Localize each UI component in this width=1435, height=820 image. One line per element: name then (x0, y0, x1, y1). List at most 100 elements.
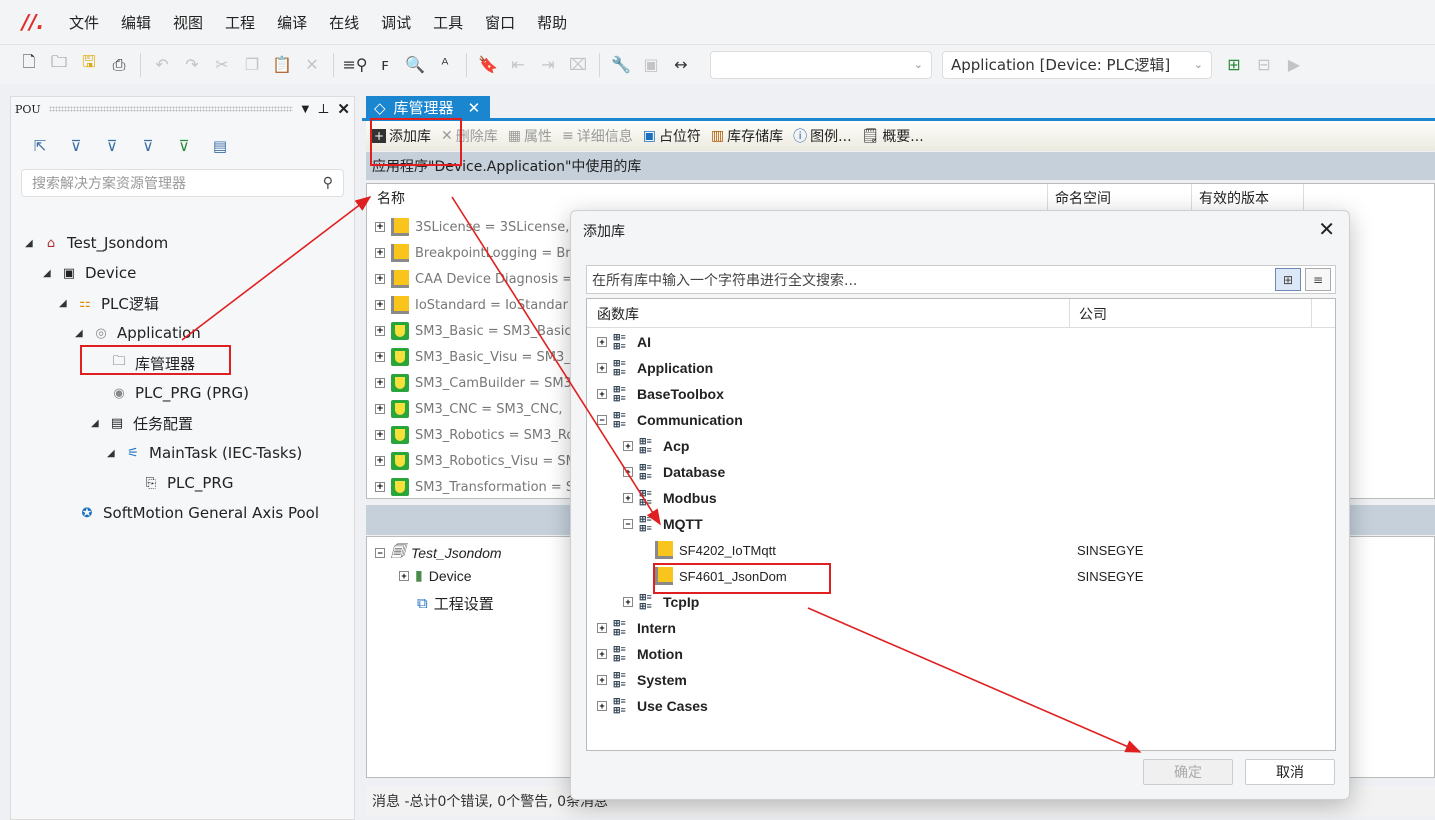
undo-icon[interactable]: ↶ (150, 53, 174, 77)
library-row[interactable]: + SM3_Robotics_Visu = SM (375, 452, 577, 470)
wrench-icon[interactable]: 🔧 (609, 53, 633, 77)
tree-item-axis-pool[interactable]: ✪ SoftMotion General Axis Pool (79, 501, 319, 525)
expand-icon[interactable]: + (597, 337, 607, 347)
expand-icon[interactable]: + (375, 378, 385, 388)
library-category[interactable]: + ⊞≡ ⊞≡ TcpIp (623, 593, 699, 611)
expand-icon[interactable]: + (375, 222, 385, 232)
library-row[interactable]: +3SLicense = 3SLicense, (375, 218, 569, 236)
expand-icon[interactable]: + (597, 389, 607, 399)
tree-item-task-config[interactable]: ◢ ▤ 任务配置 (91, 411, 193, 435)
save-icon[interactable]: 🖫 (77, 52, 101, 77)
expand-triangle-icon[interactable]: ◢ (107, 448, 117, 459)
library-item[interactable]: SF4202_IoTMqtt (655, 541, 776, 559)
logout-icon[interactable]: ⊟ (1252, 53, 1276, 77)
library-category[interactable]: + ⊞≡ ⊞≡ BaseToolbox (597, 385, 724, 403)
tree-item-main-task[interactable]: ◢ ⚟ MainTask (IEC-Tasks) (107, 441, 302, 465)
expand-icon[interactable]: + (375, 274, 385, 284)
expand-icon[interactable]: + (597, 623, 607, 633)
menu-project[interactable]: 工程 (214, 12, 266, 33)
collapse-icon[interactable]: − (623, 519, 633, 529)
library-category[interactable]: + ⊞≡ ⊞≡ Application (597, 359, 713, 377)
login-icon[interactable]: ⊞ (1222, 53, 1246, 77)
print-icon[interactable]: ⎙ (107, 53, 131, 77)
expand-icon[interactable]: + (375, 300, 385, 310)
replace-icon[interactable]: ꜰ (373, 53, 397, 77)
menu-debug[interactable]: 调试 (370, 12, 422, 33)
tree-item-project-root[interactable]: − 🗐 Test_Jsondom (375, 541, 502, 565)
collapse-icon[interactable]: − (597, 415, 607, 425)
library-category[interactable]: + ⊞≡ ⊞≡ Motion (597, 645, 683, 663)
filter-icon[interactable]: ⊽ (137, 135, 159, 157)
window-icon[interactable]: ▣ (639, 53, 663, 77)
column-header-version[interactable]: 有效的版本 (1199, 188, 1269, 208)
width-icon[interactable]: ↔ (669, 53, 693, 77)
list-view-icon[interactable]: ≡ (1305, 268, 1331, 291)
tree-item-project[interactable]: ◢ ⌂ Test_Jsondom (25, 231, 168, 255)
library-row[interactable]: + SM3_Basic_Visu = SM3_ (375, 348, 571, 366)
expand-icon[interactable]: + (375, 456, 385, 466)
bookmark-icon[interactable]: 🔖 (476, 53, 500, 77)
copy-icon[interactable]: ❐ (240, 53, 264, 77)
library-row[interactable]: + SM3_CamBuilder = SM3_ (375, 374, 578, 392)
menu-online[interactable]: 在线 (318, 12, 370, 33)
tree-item-plc-logic[interactable]: ◢ ⚏ PLC逻辑 (59, 291, 159, 315)
ok-button[interactable]: 确定 (1143, 759, 1233, 785)
menu-view[interactable]: 视图 (162, 12, 214, 33)
tree-item-device[interactable]: + ▮ Device (399, 567, 472, 584)
open-folder-icon[interactable]: 🗀 (47, 52, 71, 77)
window-settings-icon[interactable]: ▤ (209, 135, 231, 157)
expand-icon[interactable]: + (399, 570, 409, 581)
expand-icon[interactable]: + (597, 675, 607, 685)
export-icon[interactable]: ⇱ (29, 135, 51, 157)
expand-icon[interactable]: + (623, 467, 633, 477)
expand-icon[interactable]: + (375, 326, 385, 336)
bookmark-next-icon[interactable]: ⇥ (536, 53, 560, 77)
paste-icon[interactable]: 📋 (270, 53, 294, 77)
menu-build[interactable]: 编译 (266, 12, 318, 33)
panel-drag-handle[interactable] (48, 106, 294, 112)
cut-icon[interactable]: ✂ (210, 53, 234, 77)
expand-triangle-icon[interactable]: ◢ (43, 268, 53, 279)
menu-file[interactable]: 文件 (58, 12, 110, 33)
expand-icon[interactable]: + (375, 352, 385, 362)
find-icon[interactable]: ≡⚲ (342, 53, 367, 77)
expand-icon[interactable]: + (597, 363, 607, 373)
summary-button[interactable]: 🗒 概要... (862, 126, 924, 146)
tab-library-manager[interactable]: ◇ 库管理器 ✕ (366, 96, 490, 119)
expand-triangle-icon[interactable]: ◢ (91, 418, 101, 429)
expand-icon[interactable]: + (623, 493, 633, 503)
column-header-library[interactable]: 函数库 (597, 304, 639, 324)
tree-item-device[interactable]: ◢ ▣ Device (43, 261, 136, 285)
library-row[interactable]: + BreakpointLogging = Bre (375, 244, 578, 262)
library-row[interactable]: + SM3_CNC = SM3_CNC, (375, 400, 563, 418)
new-file-icon[interactable]: 🗋 (17, 52, 41, 77)
details-button[interactable]: ≡ 详细信息 (562, 126, 633, 146)
library-category[interactable]: − ⊞≡ ⊞≡ Communication (597, 411, 743, 429)
library-category[interactable]: + ⊞≡ ⊞≡ Intern (597, 619, 676, 637)
collapse-icon[interactable]: − (375, 548, 385, 558)
expand-icon[interactable]: + (375, 248, 385, 258)
filter-down-icon[interactable]: ⊽ (101, 135, 123, 157)
library-category[interactable]: − ⊞≡ ⊞≡ MQTT (623, 515, 703, 533)
expand-icon[interactable]: + (597, 649, 607, 659)
pin-icon[interactable]: ⊥ (317, 102, 329, 117)
tree-item-plc-prg-call[interactable]: ⎘ PLC_PRG (143, 471, 234, 495)
library-category[interactable]: + ⊞≡ ⊞≡ Use Cases (597, 697, 708, 715)
search-icon[interactable]: ⚲ (323, 175, 333, 191)
filter-green-icon[interactable]: ⊽ (173, 135, 195, 157)
expand-icon[interactable]: + (375, 482, 385, 492)
expand-icon[interactable]: + (623, 597, 633, 607)
library-row[interactable]: + CAA Device Diagnosis = (375, 270, 573, 288)
expand-icon[interactable]: + (623, 441, 633, 451)
library-row[interactable]: + SM3_Basic = SM3_Basic, (375, 322, 576, 340)
toolbar-combo[interactable]: ⌄ (710, 50, 932, 79)
placeholder-button[interactable]: ▣ 占位符 (643, 126, 701, 146)
library-category[interactable]: + ⊞≡ ⊞≡ Database (623, 463, 725, 481)
tree-item-plc-prg[interactable]: ◉ PLC_PRG (PRG) (111, 381, 249, 405)
tree-item-project-settings[interactable]: ⧉ 工程设置 (417, 593, 494, 614)
library-category[interactable]: + ⊞≡ ⊞≡ Acp (623, 437, 689, 455)
expand-triangle-icon[interactable]: ◢ (59, 298, 69, 309)
library-category[interactable]: + ⊞≡ ⊞≡ Modbus (623, 489, 717, 507)
close-icon[interactable]: ✕ (1318, 217, 1335, 241)
menu-edit[interactable]: 编辑 (110, 12, 162, 33)
